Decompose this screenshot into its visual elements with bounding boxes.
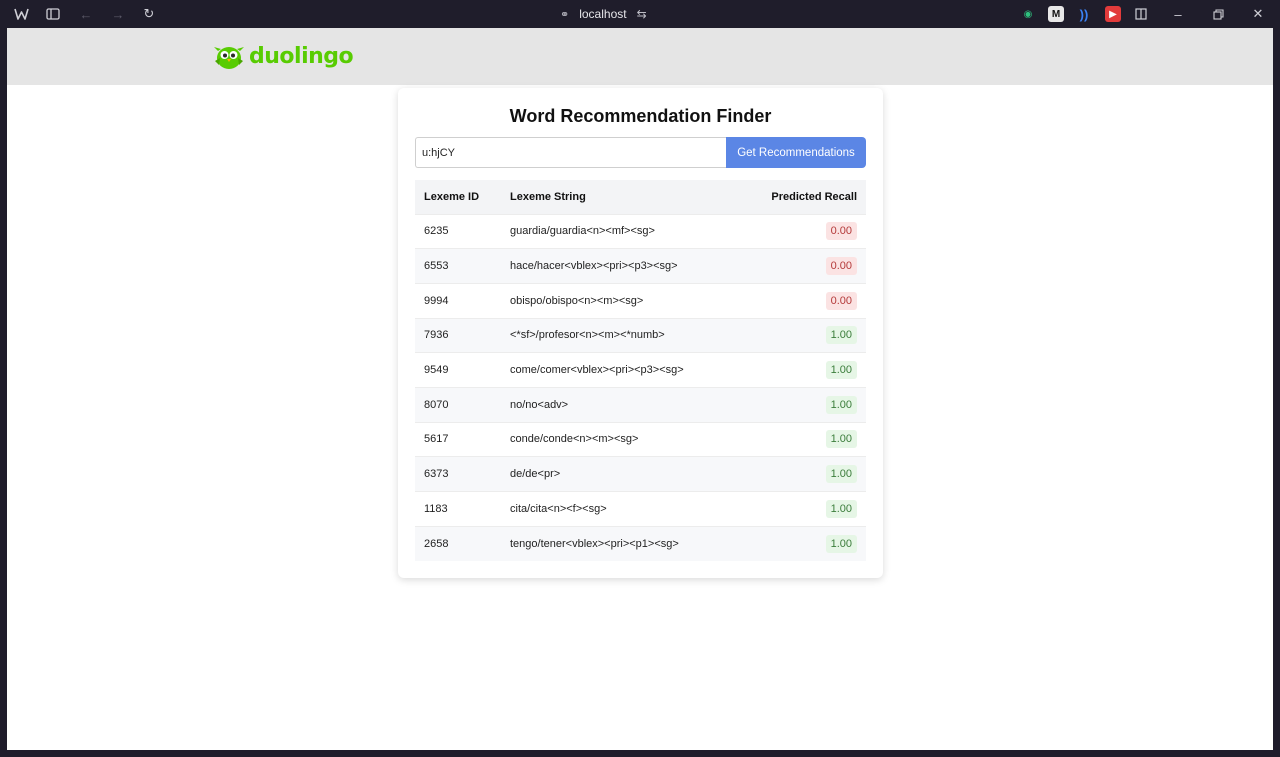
lexeme-string-cell: hace/hacer<vblex><pri><p3><sg> [510,260,678,273]
recall-badge: 1.00 [825,499,857,518]
recommendations-table: Lexeme ID Lexeme String Predicted Recall… [415,180,866,561]
lexeme-id-cell: 6553 [424,260,449,273]
browser-logo-icon[interactable] [13,6,29,22]
table-row: 5617 conde/conde<n><m><sg> 1.00 [415,422,866,457]
column-header-lexeme-id: Lexeme ID [424,190,480,203]
extension-media-icon[interactable]: ▶ [1105,6,1121,22]
lexeme-string-cell: obispo/obispo<n><m><sg> [510,294,644,307]
lexeme-id-cell: 6373 [424,468,449,481]
lexeme-id-cell: 9994 [424,294,449,307]
recall-badge: 1.00 [825,326,857,345]
browser-chrome: ← → ↻ ⚭ localhost ⇆ ◉ M )) ▶ – ✕ [0,0,1280,28]
predicted-recall-cell: 1.00 [746,492,866,527]
lexeme-id-cell: 6235 [424,225,449,238]
restore-icon[interactable] [1210,6,1226,22]
lexeme-string-cell: cita/cita<n><f><sg> [510,502,607,515]
window-bottom-edge [0,750,1280,757]
app-header: duolingo [7,28,1273,85]
page: duolingo Word Recommendation Finder Get … [7,28,1273,750]
lexeme-string-cell: tengo/tener<vblex><pri><p1><sg> [510,537,679,550]
lexeme-string-cell: come/comer<vblex><pri><p3><sg> [510,364,684,377]
extension-eye-icon[interactable]: ◉ [1020,6,1036,22]
table-row: 6373 de/de<pr> 1.00 [415,456,866,492]
owl-mascot-icon [214,47,244,69]
predicted-recall-cell: 0.00 [746,214,866,249]
column-header-lexeme-string: Lexeme String [510,190,586,203]
lexeme-id-cell: 7936 [424,329,449,342]
recall-badge: 0.00 [825,291,857,310]
back-icon[interactable]: ← [78,6,94,22]
lexeme-string-cell: guardia/guardia<n><mf><sg> [510,225,655,238]
recall-badge: 0.00 [825,257,857,276]
user-id-input[interactable] [415,137,726,168]
sidebar-toggle-icon[interactable] [45,6,61,22]
table-row: 9994 obispo/obispo<n><m><sg> 0.00 [415,283,866,318]
page-title: Word Recommendation Finder [509,106,772,126]
reload-icon[interactable]: ↻ [141,6,157,22]
get-recommendations-button[interactable]: Get Recommendations [726,137,866,168]
table-row: 6235 guardia/guardia<n><mf><sg> 0.00 [415,214,866,249]
predicted-recall-cell: 0.00 [746,249,866,284]
predicted-recall-cell: 0.00 [746,283,866,318]
minimize-icon[interactable]: – [1170,6,1186,22]
lexeme-id-cell: 8070 [424,398,449,411]
forward-icon[interactable]: → [110,6,126,22]
predicted-recall-cell: 1.00 [746,318,866,353]
table-row: 8070 no/no<adv> 1.00 [415,387,866,423]
extension-m-icon[interactable]: M [1048,6,1064,22]
brand-name: duolingo [249,43,354,69]
lexeme-string-cell: conde/conde<n><m><sg> [510,433,639,446]
recall-badge: 1.00 [825,534,857,553]
table-row: 9549 come/comer<vblex><pri><p3><sg> 1.00 [415,352,866,388]
recall-badge: 1.00 [825,395,857,414]
recall-badge: 0.00 [825,222,857,241]
lexeme-id-cell: 5617 [424,433,449,446]
split-view-icon[interactable] [1133,6,1149,22]
recall-badge: 1.00 [825,361,857,380]
recommendation-card: Word Recommendation Finder Get Recommend… [398,88,883,578]
predicted-recall-cell: 1.00 [746,457,866,492]
close-window-icon[interactable]: ✕ [1250,6,1266,22]
table-row: 7936 <*sf>/profesor<n><m><*numb> 1.00 [415,318,866,353]
recall-badge: 1.00 [825,430,857,449]
address-bar[interactable]: ⚭ localhost ⇆ [560,5,647,23]
table-row: 1183 cita/cita<n><f><sg> 1.00 [415,491,866,527]
predicted-recall-cell: 1.00 [746,353,866,388]
url-text: localhost [579,7,627,21]
table-row: 2658 tengo/tener<vblex><pri><p1><sg> 1.00 [415,526,866,561]
site-info-icon[interactable]: ⚭ [560,8,569,21]
site-settings-icon[interactable]: ⇆ [637,7,647,21]
lexeme-string-cell: <*sf>/profesor<n><m><*numb> [510,329,665,342]
predicted-recall-cell: 1.00 [746,387,866,422]
predicted-recall-cell: 1.00 [746,422,866,457]
duolingo-logo[interactable]: duolingo [212,40,354,72]
lexeme-string-cell: no/no<adv> [510,398,569,411]
lexeme-id-cell: 9549 [424,364,449,377]
extension-wave-icon[interactable]: )) [1076,6,1092,22]
table-row: 6553 hace/hacer<vblex><pri><p3><sg> 0.00 [415,248,866,284]
recall-badge: 1.00 [825,465,857,484]
lexeme-id-cell: 2658 [424,537,449,550]
lexeme-string-cell: de/de<pr> [510,468,561,481]
column-header-predicted-recall: Predicted Recall [771,190,857,203]
predicted-recall-cell: 1.00 [746,526,866,561]
table-header-row: Lexeme ID Lexeme String Predicted Recall [415,180,866,214]
lexeme-id-cell: 1183 [424,502,448,515]
